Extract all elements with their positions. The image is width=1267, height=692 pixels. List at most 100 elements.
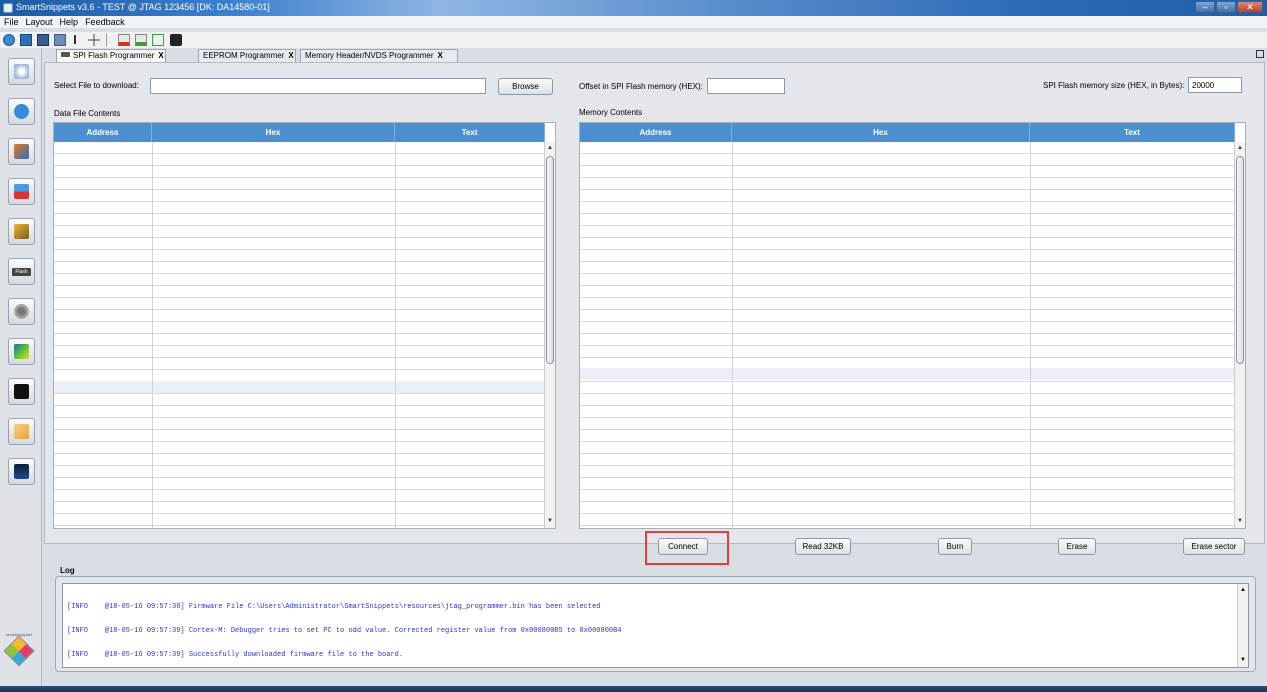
column-text[interactable]: Text	[1030, 123, 1235, 142]
column-hex[interactable]: Hex	[732, 123, 1030, 142]
save-icon[interactable]	[20, 34, 32, 46]
menu-bar: File Layout Help Feedback	[0, 16, 1267, 28]
table-row[interactable]	[54, 381, 544, 393]
sidebar-sleep[interactable]	[8, 418, 35, 445]
maximize-button[interactable]: ▫	[1216, 1, 1236, 13]
toolbar-separator	[106, 34, 107, 46]
data-file-contents-label: Data File Contents	[54, 109, 121, 118]
column-hex[interactable]: Hex	[152, 123, 395, 142]
scroll-down-icon[interactable]: ▼	[546, 517, 554, 526]
memory-contents-table[interactable]: Address Hex Text ▲ ▼	[579, 122, 1246, 529]
sidebar-otp[interactable]	[8, 178, 35, 205]
close-button[interactable]: ✕	[1237, 1, 1263, 13]
sidebar-chip[interactable]	[8, 298, 35, 325]
tab-close-icon[interactable]: X	[158, 51, 163, 60]
flash-icon: Flash	[12, 268, 31, 276]
column-text[interactable]: Text	[395, 123, 545, 142]
crosshair-icon[interactable]	[88, 34, 100, 46]
vertical-scrollbar[interactable]: ▲ ▼	[1234, 142, 1245, 528]
scroll-thumb[interactable]	[1236, 156, 1244, 364]
sidebar-data-rate[interactable]	[8, 458, 35, 485]
camera-icon[interactable]	[170, 34, 182, 46]
power-profiler-icon	[14, 344, 29, 359]
vertical-scrollbar[interactable]: ▲ ▼	[544, 142, 555, 528]
brand-logo-icon	[3, 635, 35, 667]
terminal-icon	[14, 384, 29, 399]
disconnect-icon[interactable]	[118, 34, 130, 46]
sidebar-terminal[interactable]	[8, 378, 35, 405]
browse-button[interactable]: Browse	[498, 78, 553, 95]
data-file-table[interactable]: Address Hex Text ▲ ▼	[53, 122, 556, 529]
column-address[interactable]: Address	[54, 123, 152, 142]
erase-button[interactable]: Erase	[1058, 538, 1096, 555]
offset-label: Offset in SPI Flash memory (HEX):	[579, 82, 703, 91]
file-path-input[interactable]	[150, 78, 486, 94]
tab-close-icon[interactable]: X	[288, 51, 293, 60]
sidebar-connect[interactable]	[8, 98, 35, 125]
tab-close-icon[interactable]: X	[437, 51, 442, 60]
title-bar: SmartSnippets v3.6 - TEST @ JTAG 123456 …	[0, 0, 1267, 16]
tab-label: Memory Header/NVDS Programmer	[305, 51, 434, 60]
memory-size-label: SPI Flash memory size (HEX, in Bytes):	[1043, 81, 1185, 90]
scroll-down-icon[interactable]: ▼	[1239, 656, 1247, 665]
menu-feedback[interactable]: Feedback	[81, 16, 128, 28]
chip-icon	[14, 304, 29, 319]
memory-size-input[interactable]	[1188, 77, 1242, 93]
tab-bar: SPI Flash Programmer X EEPROM Programmer X…	[44, 48, 1267, 62]
sidebar-layout[interactable]	[8, 138, 35, 165]
refresh-icon[interactable]	[3, 34, 15, 46]
minimize-button[interactable]: –	[1195, 1, 1215, 13]
table-rows	[580, 142, 1234, 528]
column-divider	[732, 142, 733, 528]
tab-spi-flash-programmer[interactable]: SPI Flash Programmer X	[56, 49, 166, 62]
app-icon	[3, 3, 13, 13]
toolbar	[0, 32, 1267, 48]
tab-memory-header-nvds[interactable]: Memory Header/NVDS Programmer X	[300, 49, 458, 62]
table-row[interactable]	[580, 368, 1234, 380]
scroll-up-icon[interactable]: ▲	[546, 144, 554, 153]
log-line: [INFO @18-05-16 09:57:38] Firmware File …	[67, 603, 601, 611]
menu-file[interactable]: File	[0, 16, 22, 28]
restore-view-icon[interactable]	[1256, 50, 1264, 58]
offset-input[interactable]	[707, 78, 785, 94]
folder-icon[interactable]	[54, 34, 66, 46]
sidebar-tools[interactable]	[8, 218, 35, 245]
scroll-up-icon[interactable]: ▲	[1239, 586, 1247, 595]
tab-eeprom-programmer[interactable]: EEPROM Programmer X	[198, 49, 296, 62]
window-controls: – ▫ ✕	[1194, 1, 1263, 13]
otp-icon	[14, 184, 29, 199]
read-button[interactable]: Read 32KB	[795, 538, 851, 555]
sidebar-board-setup[interactable]	[8, 58, 35, 85]
log-line: [INFO @18-05-16 09:57:39] Cortex-M: Debu…	[67, 627, 622, 635]
log-output[interactable]: [INFO @18-05-16 09:57:38] Firmware File …	[62, 583, 1249, 668]
scroll-down-icon[interactable]: ▼	[1236, 517, 1244, 526]
pointer-icon[interactable]	[74, 35, 80, 44]
tool-sidebar: Flash smart|snippets	[0, 48, 42, 692]
select-file-label: Select File to download:	[54, 81, 139, 90]
save-all-icon[interactable]	[37, 34, 49, 46]
sleep-icon	[14, 424, 29, 439]
window-title: SmartSnippets v3.6 - TEST @ JTAG 123456 …	[16, 2, 270, 12]
log-label: Log	[60, 566, 75, 575]
chart-icon[interactable]	[152, 34, 164, 46]
scroll-thumb[interactable]	[546, 156, 554, 364]
gear-board-icon	[14, 64, 29, 79]
burn-button[interactable]: Burn	[938, 538, 972, 555]
table-rows	[54, 142, 544, 528]
tab-label: EEPROM Programmer	[203, 51, 285, 60]
sidebar-flash[interactable]: Flash	[8, 258, 35, 285]
memory-contents-label: Memory Contents	[579, 108, 643, 117]
erase-sector-button[interactable]: Erase sector	[1183, 538, 1245, 555]
tab-label: SPI Flash Programmer	[73, 51, 155, 60]
table-header: Address Hex Text	[54, 123, 545, 142]
menu-layout[interactable]: Layout	[22, 16, 56, 28]
sidebar-power[interactable]	[8, 338, 35, 365]
column-divider	[1030, 142, 1031, 528]
column-address[interactable]: Address	[580, 123, 732, 142]
layout-icon	[14, 144, 29, 159]
connect-icon[interactable]	[135, 34, 147, 46]
log-scrollbar[interactable]: ▲ ▼	[1237, 584, 1248, 667]
menu-help[interactable]: Help	[56, 16, 82, 28]
scroll-up-icon[interactable]: ▲	[1236, 144, 1244, 153]
connect-button[interactable]: Connect	[658, 538, 708, 555]
